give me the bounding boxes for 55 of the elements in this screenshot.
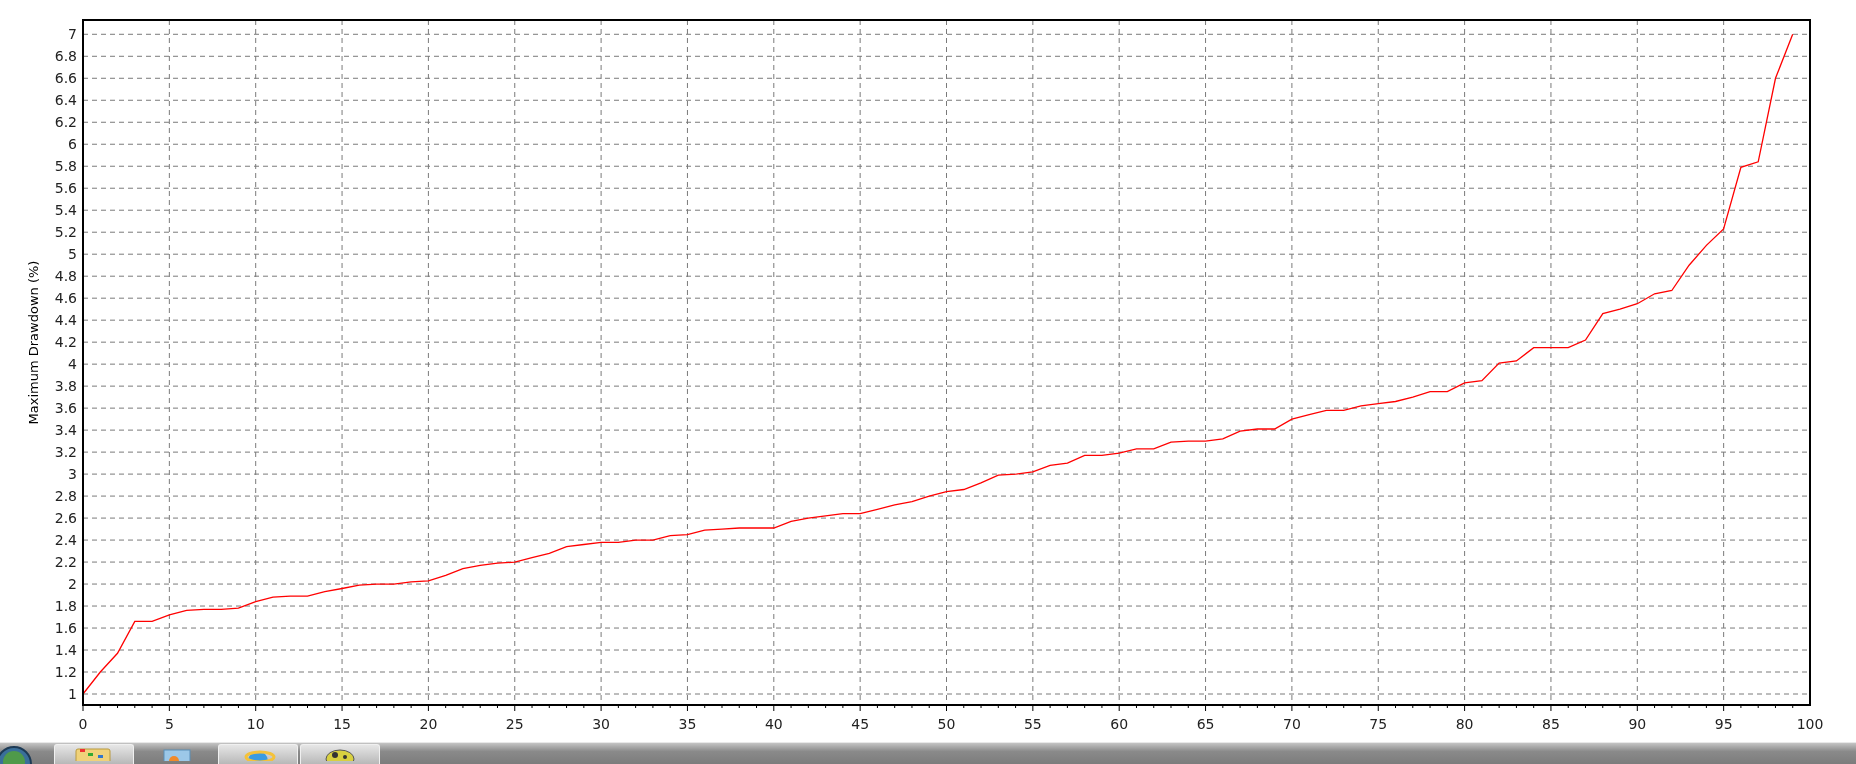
- x-tick-label: 50: [937, 716, 956, 732]
- y-tick-label: 6.2: [54, 114, 77, 131]
- x-tick-label: 25: [505, 716, 524, 732]
- x-tick-label: 5: [164, 716, 174, 732]
- y-tick-label: 6.4: [54, 92, 77, 109]
- x-tick-label: 70: [1283, 716, 1301, 732]
- y-tick-label: 3: [68, 466, 77, 483]
- y-tick-label: 5.8: [54, 158, 77, 175]
- y-tick-label: 6.6: [54, 70, 77, 87]
- y-tick-label: 4: [68, 356, 77, 373]
- x-tick-label: 45: [851, 716, 870, 732]
- y-tick-label: 1.2: [54, 664, 77, 680]
- x-tick-label: 20: [419, 716, 438, 732]
- y-tick-label: 2.2: [54, 554, 77, 571]
- x-tick-label: 95: [1714, 716, 1733, 732]
- y-tick-label: 2.6: [54, 510, 77, 527]
- y-tick-label: 1: [68, 686, 77, 702]
- y-axis-title: Maximum Drawdown (%): [26, 260, 41, 425]
- y-tick-label: 4.6: [54, 290, 77, 307]
- x-tick-label: 40: [764, 716, 783, 732]
- y-tick-label: 3.2: [54, 444, 77, 461]
- x-tick-label: 100: [1796, 716, 1824, 732]
- x-tick-label: 85: [1542, 716, 1560, 732]
- y-tick-label: 6.8: [54, 48, 77, 65]
- y-tick-label: 3.4: [54, 422, 77, 439]
- x-tick-label: 60: [1110, 716, 1129, 732]
- y-tick-label: 6: [68, 136, 77, 153]
- x-tick-label: 80: [1455, 716, 1474, 732]
- x-tick-label: 30: [592, 716, 610, 732]
- folder-icon: [74, 745, 114, 761]
- x-tick-label: 35: [678, 716, 697, 732]
- y-tick-label: 5.6: [54, 180, 77, 197]
- y-tick-label: 4.4: [54, 312, 77, 329]
- y-tick-label: 4.2: [54, 334, 77, 351]
- y-tick-label: 2.8: [54, 488, 77, 505]
- y-tick-label: 5: [68, 246, 77, 263]
- taskbar-button[interactable]: [300, 744, 380, 764]
- y-tick-label: 3.8: [54, 378, 77, 395]
- x-tick-label: 65: [1196, 716, 1215, 732]
- y-tick-label: 4.8: [54, 268, 77, 285]
- y-tick-label: 2.4: [54, 532, 77, 549]
- x-tick-label: 15: [333, 716, 351, 732]
- y-tick-label: 1.6: [54, 620, 77, 637]
- y-tick-label: 3.6: [54, 400, 77, 417]
- x-tick-label: 75: [1369, 716, 1388, 732]
- y-tick-label: 2: [68, 576, 77, 593]
- y-tick-label: 1.4: [54, 642, 77, 658]
- x-tick-label: 90: [1628, 716, 1647, 732]
- y-tick-label: 7: [68, 26, 77, 43]
- x-tick-label: 55: [1023, 716, 1042, 732]
- y-tick-label: 1.8: [54, 598, 77, 615]
- y-tick-label: 5.2: [54, 224, 77, 241]
- x-tick-label: 10: [246, 716, 265, 732]
- y-tick-label: 5.4: [54, 202, 77, 219]
- x-tick-label: 0: [78, 716, 88, 732]
